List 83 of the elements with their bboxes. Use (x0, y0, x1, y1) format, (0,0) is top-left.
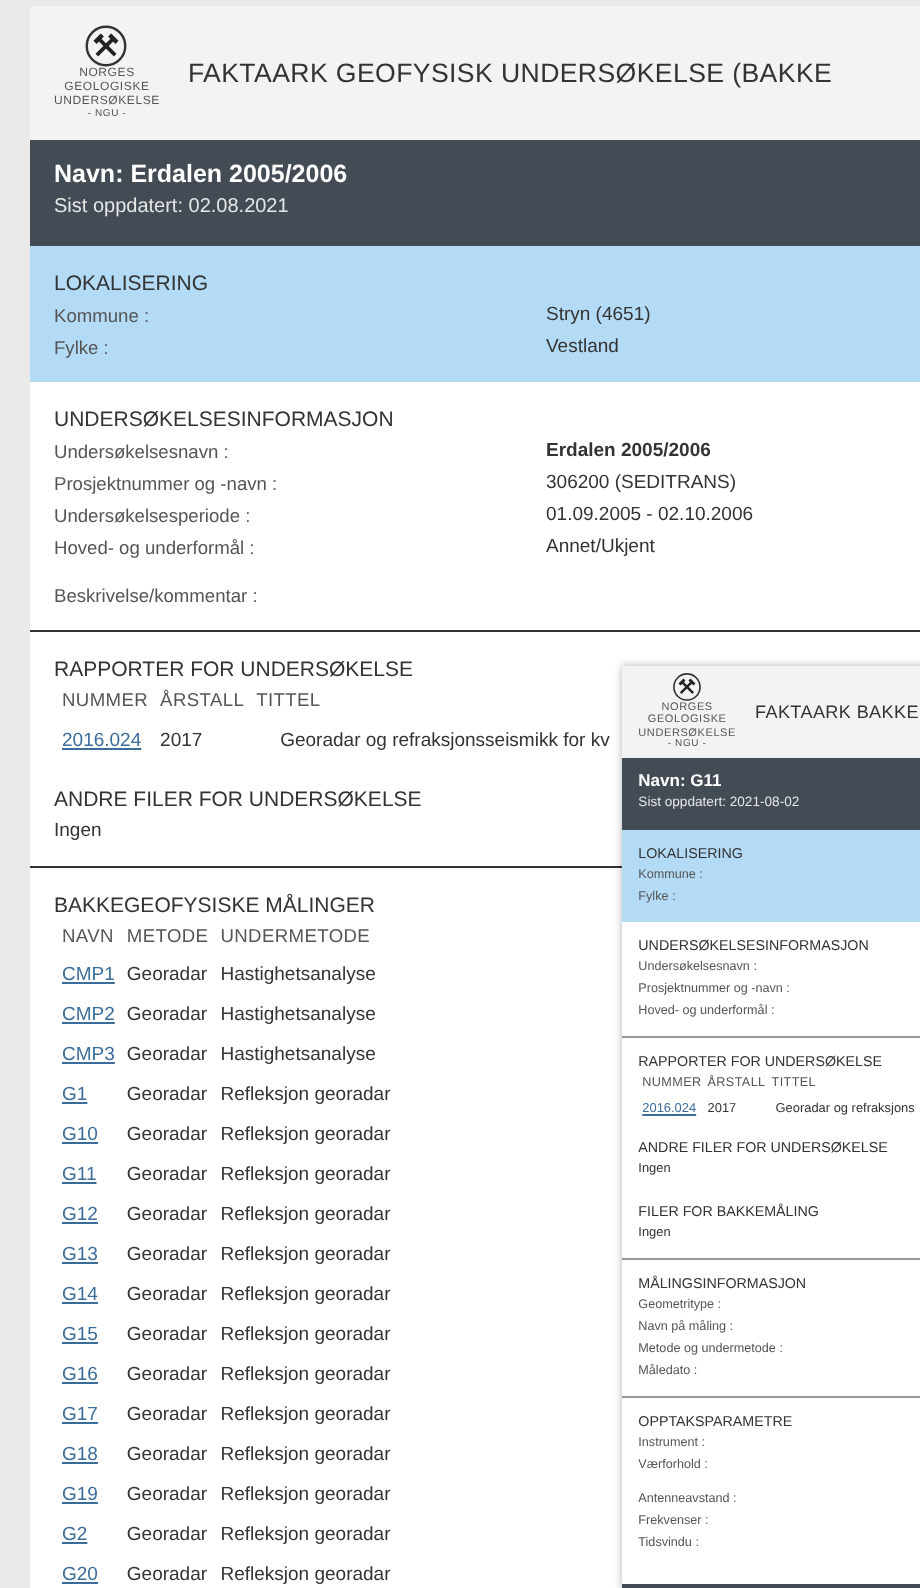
table-cell: Georadar (126, 1402, 208, 1430)
section-heading: BAKKEGEOFYSISKE MÅLINGER (54, 891, 375, 922)
column-header: NAVN (62, 924, 114, 950)
section-heading: ANDRE FILER FOR UNDERSØKELSE (54, 786, 422, 816)
page-title: FAKTAARK BAKKE (755, 701, 919, 722)
column-header: ÅRSTALL (160, 687, 245, 714)
measurement-link[interactable]: G10 (62, 1122, 98, 1150)
table-cell: Georadar (126, 1562, 208, 1588)
field-label: Prosjektnummer og -navn : (54, 472, 278, 498)
column-header: NUMMER (62, 688, 149, 714)
field-label: Beskrivelse/kommentar : (54, 584, 258, 610)
field-value: Annet/Ukjent (546, 534, 655, 562)
field-label: Undersøkelsesnavn : (54, 440, 229, 466)
field-label: Fylke : (54, 336, 109, 362)
table-cell: Georadar (126, 1202, 208, 1230)
measurement-link[interactable]: G15 (62, 1322, 98, 1350)
column-header: METODE (126, 924, 209, 950)
table-cell: 2017 (160, 728, 203, 756)
table-cell: Refleksjon georadar (220, 1242, 391, 1270)
table-cell: Hastighetsanalyse (220, 962, 376, 990)
table-cell: Refleksjon georadar (220, 1322, 391, 1350)
updated-date: Sist oppdatert: 02.08.2021 (54, 196, 289, 218)
field-label: Hoved- og underformål : (54, 536, 255, 562)
table-cell: Refleksjon georadar (220, 1282, 391, 1310)
field-label: Undersøkelsesperiode : (54, 504, 251, 530)
table-cell: Georadar (126, 1442, 208, 1470)
table-cell: Georadar (126, 1002, 208, 1030)
field-value: 01.09.2005 - 02.10.2006 (546, 502, 754, 530)
section-heading: LOKALISERING (54, 270, 209, 300)
measurement-link[interactable]: CMP1 (62, 962, 115, 990)
crossed-hammers-icon (84, 24, 129, 69)
table-cell: Georadar (126, 1322, 208, 1350)
table-cell: Refleksjon georadar (220, 1202, 391, 1230)
table-cell: Hastighetsanalyse (220, 1002, 376, 1030)
report-link[interactable]: 2016.024 (62, 728, 142, 756)
section-heading: UNDERSØKELSESINFORMASJON (54, 406, 394, 436)
column-header: UNDERMETODE (220, 924, 371, 950)
table-cell: Georadar og refraksjonsseismikk for kv (280, 728, 610, 756)
measurement-link[interactable]: G11 (62, 1162, 97, 1190)
survey-name: Navn: Erdalen 2005/2006 (54, 160, 348, 188)
measurement-link[interactable]: G17 (62, 1402, 98, 1430)
measurement-link[interactable]: G19 (62, 1482, 98, 1510)
field-value: Vestland (546, 334, 619, 362)
table-cell: Refleksjon georadar (220, 1482, 391, 1510)
table-cell: Refleksjon georadar (220, 1362, 391, 1390)
page-title: FAKTAARK GEOFYSISK UNDERSØKELSE (BAKKE (187, 58, 833, 88)
field-label: Kommune : (54, 304, 150, 330)
table-cell: Hastighetsanalyse (220, 1042, 376, 1070)
table-cell: Refleksjon georadar (220, 1562, 391, 1588)
table-cell: Refleksjon georadar (220, 1122, 391, 1150)
measurement-link[interactable]: G14 (62, 1282, 98, 1310)
field-value: Erdalen 2005/2006 (546, 438, 711, 466)
table-cell: Georadar (126, 1242, 208, 1270)
measurement-link[interactable]: G12 (62, 1202, 98, 1230)
field-value: Stryn (4651) (546, 302, 651, 330)
table-cell: Georadar (126, 1282, 208, 1310)
table-cell: Georadar (126, 962, 208, 990)
table-cell: Georadar (126, 1122, 208, 1150)
column-header: TITTEL (256, 688, 321, 714)
measurement-link[interactable]: CMP3 (62, 1042, 115, 1070)
measurement-link[interactable]: G18 (62, 1442, 98, 1470)
table-cell: Refleksjon georadar (220, 1082, 391, 1110)
measurement-link[interactable]: G13 (62, 1242, 98, 1270)
measurement-link[interactable]: CMP2 (62, 1002, 115, 1030)
table-cell: Refleksjon georadar (220, 1442, 391, 1470)
table-cell: Georadar (126, 1522, 208, 1550)
table-cell: Refleksjon georadar (220, 1522, 391, 1550)
table-cell: Georadar (126, 1042, 208, 1070)
table-cell: Refleksjon georadar (220, 1402, 391, 1430)
field-value: 306200 (SEDITRANS) (546, 470, 737, 498)
crossed-hammers-icon (672, 671, 703, 702)
measurement-link[interactable]: G20 (62, 1562, 98, 1588)
measurement-link[interactable]: G1 (62, 1082, 88, 1110)
table-cell: Refleksjon georadar (220, 1162, 391, 1190)
survey-name: Navn: G11 (638, 770, 722, 791)
table-cell: Georadar (126, 1082, 208, 1110)
table-cell: Georadar (126, 1362, 208, 1390)
files-text: Ingen (54, 818, 102, 846)
measurement-link[interactable]: G16 (62, 1362, 98, 1390)
table-cell: Georadar (126, 1482, 208, 1510)
table-cell: Georadar (126, 1162, 208, 1190)
section-heading: RAPPORTER FOR UNDERSØKELSE (54, 656, 414, 686)
measurement-link[interactable]: G2 (62, 1522, 88, 1550)
